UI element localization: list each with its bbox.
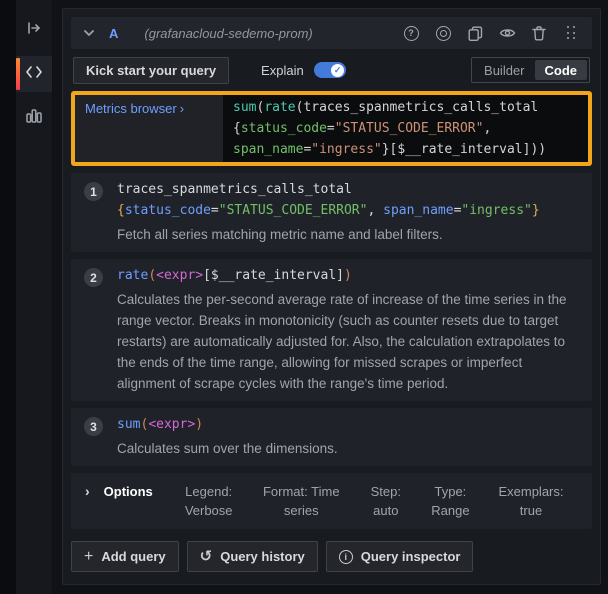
sidebar [16,0,53,594]
sidebar-item-visualization[interactable] [16,100,52,136]
explain-step-2: 2 rate(<expr>[$__rate_interval]) Calcula… [71,259,592,401]
option-type: Type: Range [426,482,474,520]
add-query-button[interactable]: + Add query [71,541,179,572]
options-row[interactable]: › Options Legend: Verbose Format: Time s… [71,473,592,529]
step-number-badge: 3 [84,417,103,436]
mode-builder-button[interactable]: Builder [474,60,534,80]
datasource-name: (grafanacloud-sedemo-prom) [144,26,312,41]
history-icon: ↺ [200,550,213,563]
step-code: traces_spanmetrics_calls_total{status_co… [117,179,578,221]
step-description: Calculates the per-second average rate o… [117,289,578,394]
step-code: rate(<expr>[$__rate_interval]) [117,265,578,286]
kick-start-query-button[interactable]: Kick start your query [73,57,229,84]
query-ref-id[interactable]: A [109,26,118,41]
drag-handle-icon[interactable] [562,24,580,42]
query-editor-panel: A (grafanacloud-sedemo-prom) ? [62,8,601,585]
help-icon[interactable]: ? [402,24,420,42]
editor-mode-group: Builder Code [471,57,590,83]
explain-step-3: 3 sum(<expr>) Calculates sum over the di… [71,408,592,466]
trash-icon[interactable] [530,24,548,42]
option-legend: Legend: Verbose [180,482,238,520]
explain-toggle[interactable]: ✓ [314,62,346,78]
chevron-right-icon: › [85,482,90,501]
option-format: Format: Time series [257,482,345,520]
option-step: Step: auto [365,482,407,520]
metrics-browser-button[interactable]: Metrics browser› [75,95,223,162]
plus-icon: + [84,551,93,563]
query-inspector-button[interactable]: i Query inspector [326,541,474,572]
step-description: Fetch all series matching metric name an… [117,224,578,245]
options-summary: Legend: Verbose Format: Time series Step… [154,482,578,520]
query-editor-highlighted: Metrics browser› sum(rate(traces_spanmet… [71,91,592,166]
sidebar-item-expand[interactable] [16,12,52,48]
step-description: Calculates sum over the dimensions. [117,438,578,459]
query-header-row: A (grafanacloud-sedemo-prom) ? [71,17,592,49]
step-code: sum(<expr>) [117,414,578,435]
chevron-down-icon [83,24,95,42]
explain-step-1: 1 traces_spanmetrics_calls_total{status_… [71,173,592,252]
toggle-check-icon: ✓ [331,64,344,77]
page: A (grafanacloud-sedemo-prom) ? [0,0,608,594]
query-actions: ? [402,24,580,42]
sidebar-item-code[interactable] [16,56,52,92]
option-exemplars: Exemplars: true [494,482,568,520]
bar-chart-icon [25,108,43,129]
active-indicator [16,58,20,90]
explain-label: Explain [261,63,304,78]
record-icon[interactable] [434,24,452,42]
left-edge-strip [0,0,16,594]
footer-actions: + Add query ↺ Query history i Query insp… [71,541,592,572]
eye-icon[interactable] [498,24,516,42]
query-history-button[interactable]: ↺ Query history [187,541,318,572]
mode-code-button[interactable]: Code [535,60,588,80]
expand-right-icon [25,20,43,41]
options-label: Options [104,482,154,501]
chevron-right-icon: › [180,101,184,116]
duplicate-query-icon[interactable] [466,24,484,42]
promql-code-input[interactable]: sum(rate(traces_spanmetrics_calls_total{… [223,95,588,162]
code-icon [25,65,43,84]
toolbar-row: Kick start your query Explain ✓ Builder … [71,56,592,84]
step-number-badge: 2 [84,268,103,287]
collapse-query-button[interactable] [83,24,95,42]
step-number-badge: 1 [84,182,103,201]
info-icon: i [339,550,353,564]
